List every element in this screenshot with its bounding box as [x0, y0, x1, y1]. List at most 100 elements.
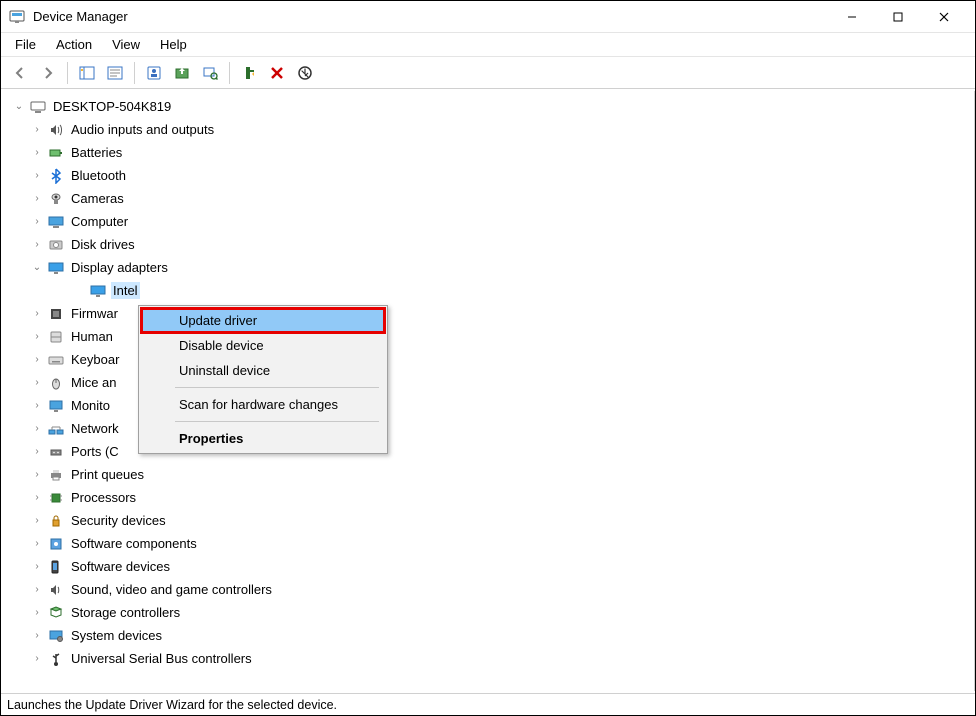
chevron-right-icon[interactable]: › — [29, 306, 45, 322]
disk-icon — [47, 236, 65, 254]
maximize-button[interactable] — [875, 2, 921, 32]
toolbar-add-legacy-button[interactable] — [236, 60, 262, 86]
computer-icon — [47, 213, 65, 231]
chevron-right-icon[interactable]: › — [29, 628, 45, 644]
tree-category-label: Human — [69, 328, 115, 345]
display-icon — [47, 259, 65, 277]
tree-category-label: Monito — [69, 397, 112, 414]
menu-file[interactable]: File — [7, 35, 44, 54]
chevron-down-icon[interactable]: ⌄ — [11, 99, 27, 115]
tree-category-label: Computer — [69, 213, 130, 230]
tree-category-label: Keyboar — [69, 351, 121, 368]
tree-category-label: Print queues — [69, 466, 146, 483]
tree-category[interactable]: › Disk drives — [1, 233, 974, 256]
tree-category[interactable]: ›Security devices — [1, 509, 974, 532]
ctx-update-driver[interactable]: Update driver — [141, 308, 385, 333]
toolbar-separator — [67, 62, 68, 84]
toolbar — [1, 57, 975, 89]
chevron-right-icon[interactable]: › — [29, 559, 45, 575]
tree-category[interactable]: ›Software components — [1, 532, 974, 555]
close-button[interactable] — [921, 2, 967, 32]
ctx-scan-hardware[interactable]: Scan for hardware changes — [141, 392, 385, 417]
chevron-right-icon[interactable]: › — [29, 398, 45, 414]
keyboard-icon — [47, 351, 65, 369]
bluetooth-icon — [47, 167, 65, 185]
tree-device[interactable]: Intel — [1, 279, 974, 302]
toolbar-back-button[interactable] — [7, 60, 33, 86]
toolbar-properties-button[interactable] — [141, 60, 167, 86]
ctx-uninstall-device[interactable]: Uninstall device — [141, 358, 385, 383]
port-icon — [47, 443, 65, 461]
chevron-right-icon[interactable]: › — [29, 214, 45, 230]
window-title: Device Manager — [33, 9, 128, 24]
menu-action[interactable]: Action — [48, 35, 100, 54]
battery-icon — [47, 144, 65, 162]
tree-category-label: Disk drives — [69, 236, 137, 253]
usb-icon — [47, 650, 65, 668]
chevron-right-icon[interactable]: › — [29, 375, 45, 391]
toolbar-scan-hardware-button[interactable] — [197, 60, 223, 86]
chevron-right-icon[interactable]: › — [29, 536, 45, 552]
ctx-separator — [175, 421, 379, 422]
tree-category[interactable]: ⌄Display adapters — [1, 256, 974, 279]
tree-category[interactable]: › Sound, video and game controllers — [1, 578, 974, 601]
cpu-icon — [47, 489, 65, 507]
tree-category[interactable]: ›Batteries — [1, 141, 974, 164]
tree-category[interactable]: › Bluetooth — [1, 164, 974, 187]
tree-category-label: Processors — [69, 489, 138, 506]
chevron-right-icon[interactable]: › — [29, 237, 45, 253]
menu-help[interactable]: Help — [152, 35, 195, 54]
tree-category[interactable]: › Computer — [1, 210, 974, 233]
menubar: File Action View Help — [1, 33, 975, 57]
chevron-right-icon[interactable]: › — [29, 421, 45, 437]
toolbar-forward-button[interactable] — [35, 60, 61, 86]
chevron-right-icon[interactable]: › — [29, 444, 45, 460]
chevron-right-icon[interactable]: › — [29, 122, 45, 138]
menu-view[interactable]: View — [104, 35, 148, 54]
annotation-highlight — [140, 307, 386, 334]
tree-category-label: Audio inputs and outputs — [69, 121, 216, 138]
tree-category[interactable]: ›Software devices — [1, 555, 974, 578]
system-icon — [47, 627, 65, 645]
chevron-right-icon[interactable]: › — [29, 168, 45, 184]
tree-category-label: Bluetooth — [69, 167, 128, 184]
statusbar: Launches the Update Driver Wizard for th… — [1, 693, 975, 715]
toolbar-help-button[interactable] — [102, 60, 128, 86]
tree-category[interactable]: › Audio inputs and outputs — [1, 118, 974, 141]
tree-category-label: Ports (C — [69, 443, 121, 460]
chevron-right-icon[interactable]: › — [29, 513, 45, 529]
toolbar-show-hide-tree-button[interactable] — [74, 60, 100, 86]
chevron-right-icon[interactable]: › — [29, 490, 45, 506]
chevron-down-icon[interactable]: ⌄ — [29, 260, 45, 276]
tree-category[interactable]: › Processors — [1, 486, 974, 509]
tree-device-label: Intel — [111, 282, 140, 299]
chevron-right-icon[interactable]: › — [29, 329, 45, 345]
tree-category[interactable]: › Print queues — [1, 463, 974, 486]
security-icon — [47, 512, 65, 530]
chevron-right-icon[interactable]: › — [29, 651, 45, 667]
expander-none — [71, 283, 87, 299]
chevron-right-icon[interactable]: › — [29, 582, 45, 598]
tree-category-label: Sound, video and game controllers — [69, 581, 274, 598]
tree-category[interactable]: ›Cameras — [1, 187, 974, 210]
tree-category[interactable]: ›Universal Serial Bus controllers — [1, 647, 974, 670]
toolbar-update-driver-button[interactable] — [169, 60, 195, 86]
sound-icon — [47, 581, 65, 599]
tree-root[interactable]: ⌄ DESKTOP-504K819 — [1, 95, 974, 118]
minimize-button[interactable] — [829, 2, 875, 32]
ctx-disable-device[interactable]: Disable device — [141, 333, 385, 358]
titlebar: Device Manager — [1, 1, 975, 33]
chevron-right-icon[interactable]: › — [29, 467, 45, 483]
chevron-right-icon[interactable]: › — [29, 605, 45, 621]
tree-category-label: Mice an — [69, 374, 119, 391]
tree-category[interactable]: ›Storage controllers — [1, 601, 974, 624]
chevron-right-icon[interactable]: › — [29, 191, 45, 207]
app-icon — [9, 9, 25, 25]
toolbar-uninstall-button[interactable] — [264, 60, 290, 86]
software-device-icon — [47, 558, 65, 576]
tree-category[interactable]: ›System devices — [1, 624, 974, 647]
toolbar-disable-button[interactable] — [292, 60, 318, 86]
ctx-properties[interactable]: Properties — [141, 426, 385, 451]
chevron-right-icon[interactable]: › — [29, 352, 45, 368]
chevron-right-icon[interactable]: › — [29, 145, 45, 161]
